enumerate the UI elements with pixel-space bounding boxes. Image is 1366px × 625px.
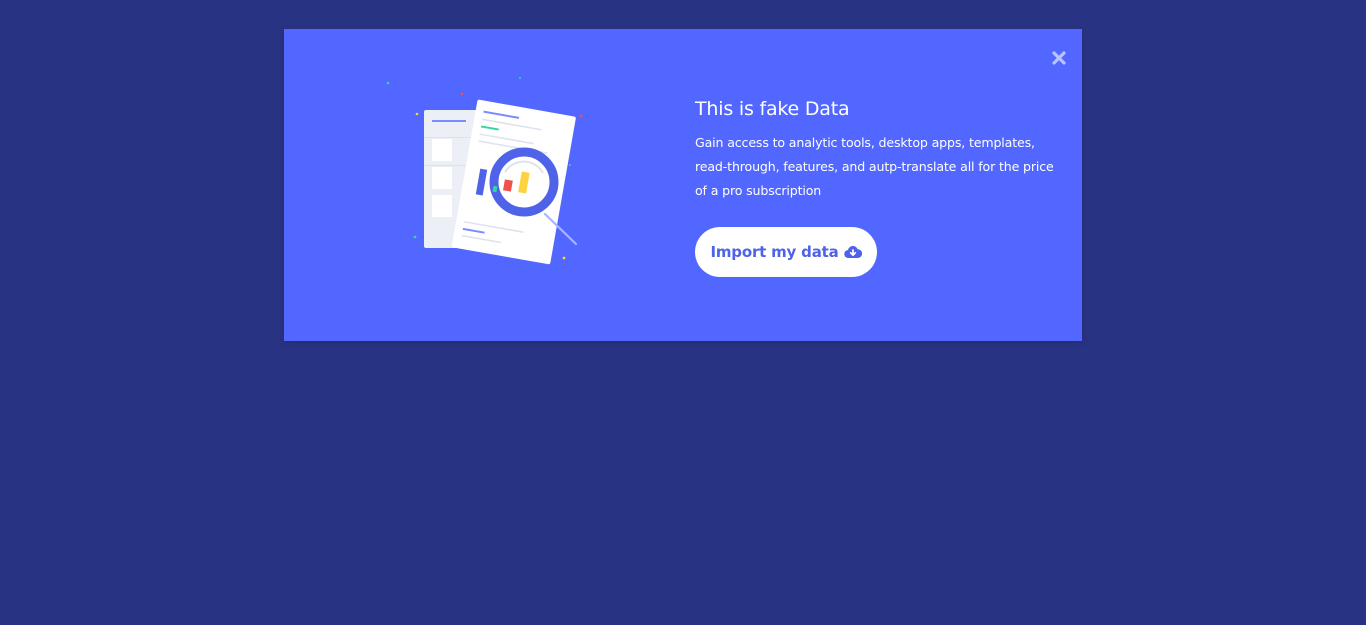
cloud-download-icon (843, 245, 862, 259)
promo-modal: This is fake Data Gain access to analyti… (284, 29, 1082, 341)
import-data-button[interactable]: Import my data (695, 227, 877, 277)
modal-description: Gain access to analytic tools, desktop a… (695, 135, 1054, 198)
close-icon (1052, 51, 1066, 65)
modal-title: This is fake Data (695, 98, 850, 120)
import-button-label: Import my data (710, 243, 839, 261)
analytics-document-illustration (386, 77, 583, 265)
close-button[interactable] (1051, 50, 1067, 66)
modal-content: This is fake Data Gain access to analyti… (695, 96, 1060, 203)
